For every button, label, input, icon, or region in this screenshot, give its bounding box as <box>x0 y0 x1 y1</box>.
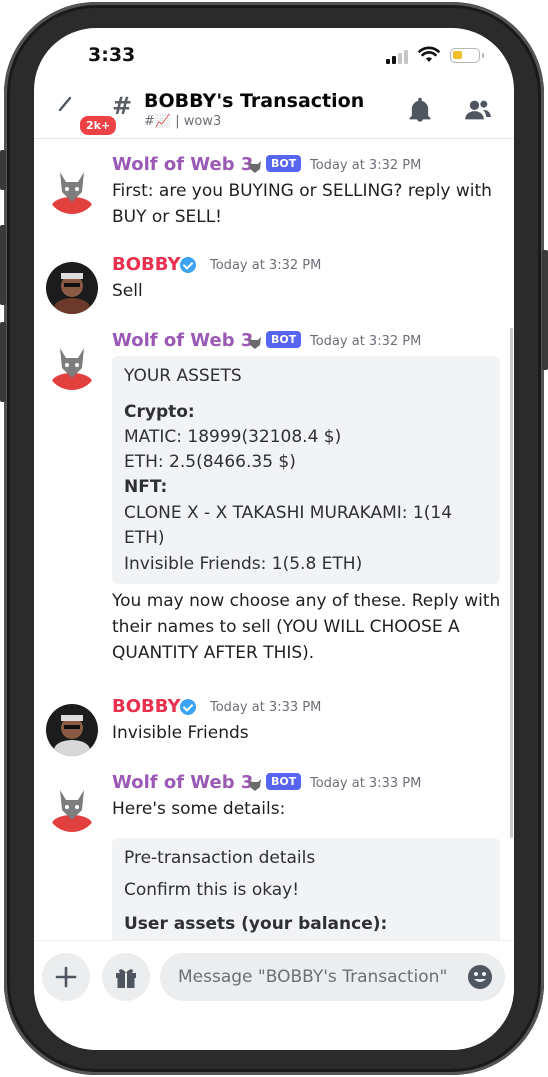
wifi-icon <box>418 46 440 62</box>
message-line: BUY or SELL! <box>112 207 222 227</box>
members-icon[interactable] <box>464 96 492 124</box>
signal-icon <box>386 50 408 64</box>
timestamp: Today at 3:33 PM <box>210 700 322 715</box>
scrollbar[interactable] <box>510 328 513 838</box>
phone-button-right <box>542 250 548 370</box>
channel-title: BOBBY's Transaction <box>144 90 365 112</box>
message-text: Sell <box>112 278 502 304</box>
channel-topic: #📈 | wow3 <box>144 114 222 129</box>
message-list[interactable]: Wolf of Web 3 BOT Today at 3:32 PM First… <box>34 140 514 978</box>
bot-tag: BOT <box>266 331 302 348</box>
message-input[interactable]: Message "BOBBY's Transaction" <box>160 953 505 1001</box>
message-text: You may now choose any of these. Reply w… <box>112 588 502 666</box>
author-name[interactable]: Wolf of Web 3 <box>112 330 253 351</box>
embed-title: Pre-transaction details <box>124 848 316 868</box>
author-name[interactable]: Wolf of Web 3 <box>112 772 253 793</box>
message-text: Here's some details: <box>112 796 502 822</box>
timestamp: Today at 3:33 PM <box>310 776 422 791</box>
author-name[interactable]: BOBBY <box>112 696 181 717</box>
crypto-label: Crypto: <box>124 402 195 422</box>
verified-check-icon <box>180 699 196 715</box>
battery-icon <box>450 48 484 63</box>
message-text: First: are you BUYING or SELLING? reply … <box>112 178 502 230</box>
assets-embed: YOUR ASSETS Crypto: MATIC: 18999(32108.4… <box>112 356 500 584</box>
message-line: Here's some details: <box>112 799 286 819</box>
screen: 3:33 2k+ # BOBBY's Transaction #📈 | wow3 <box>34 28 514 1050</box>
message-composer: Message "BOBBY's Transaction" <box>34 940 514 1050</box>
gift-button[interactable] <box>102 953 150 1001</box>
avatar-wolf[interactable] <box>46 338 98 390</box>
wolf-emoji-icon <box>248 159 262 173</box>
bot-tag: BOT <box>266 155 302 172</box>
phone-button-left <box>0 150 6 190</box>
emoji-icon[interactable] <box>467 964 493 990</box>
embed-line: Confirm this is okay! <box>124 880 300 900</box>
author-name[interactable]: BOBBY <box>112 254 181 275</box>
message-line: their names to sell (YOU WILL CHOOSE A <box>112 617 460 637</box>
message-line: QUANTITY AFTER THIS). <box>112 643 315 663</box>
author-name[interactable]: Wolf of Web 3 <box>112 154 253 175</box>
matic-balance: MATIC: 18999(32108.4 $) <box>124 427 342 447</box>
nft-clonex-cont: ETH) <box>124 528 165 548</box>
timestamp: Today at 3:32 PM <box>310 334 422 349</box>
nft-clonex: CLONE X - X TAKASHI MURAKAMI: 1(14 <box>124 503 453 523</box>
timestamp: Today at 3:32 PM <box>210 258 322 273</box>
plus-icon <box>55 966 77 988</box>
avatar-wolf[interactable] <box>46 780 98 832</box>
status-bar: 3:33 <box>34 28 514 84</box>
back-arrow-icon <box>58 96 72 112</box>
phone-button-left <box>0 322 6 402</box>
message-line: Invisible Friends <box>112 723 249 743</box>
embed-title: YOUR ASSETS <box>124 366 242 386</box>
avatar-bobby[interactable] <box>46 704 98 756</box>
status-time: 3:33 <box>88 44 136 66</box>
nft-label: NFT: <box>124 477 168 497</box>
embed-line: User assets (your balance): <box>124 914 388 934</box>
message-line: You may now choose any of these. Reply w… <box>112 591 501 611</box>
avatar-bobby[interactable] <box>46 262 98 314</box>
nft-invisible-friends: Invisible Friends: 1(5.8 ETH) <box>124 554 363 574</box>
back-button[interactable]: 2k+ <box>54 94 119 137</box>
channel-header: 2k+ # BOBBY's Transaction #📈 | wow3 <box>34 86 514 139</box>
verified-check-icon <box>180 257 196 273</box>
gift-icon <box>116 969 136 988</box>
message-line: Sell <box>112 281 143 301</box>
wolf-emoji-icon <box>248 335 262 349</box>
timestamp: Today at 3:32 PM <box>310 158 422 173</box>
bell-icon[interactable] <box>406 96 434 124</box>
bot-tag: BOT <box>266 773 302 790</box>
message-input-placeholder: Message "BOBBY's Transaction" <box>178 967 448 987</box>
wolf-emoji-icon <box>248 777 262 791</box>
message-line: First: are you BUYING or SELLING? reply … <box>112 181 492 201</box>
add-attachment-button[interactable] <box>42 953 90 1001</box>
eth-balance: ETH: 2.5(8466.35 $) <box>124 452 296 472</box>
avatar-wolf[interactable] <box>46 162 98 214</box>
message-text: Invisible Friends <box>112 720 502 746</box>
channel-hash-icon: # <box>112 92 133 120</box>
phone-button-left <box>0 225 6 305</box>
